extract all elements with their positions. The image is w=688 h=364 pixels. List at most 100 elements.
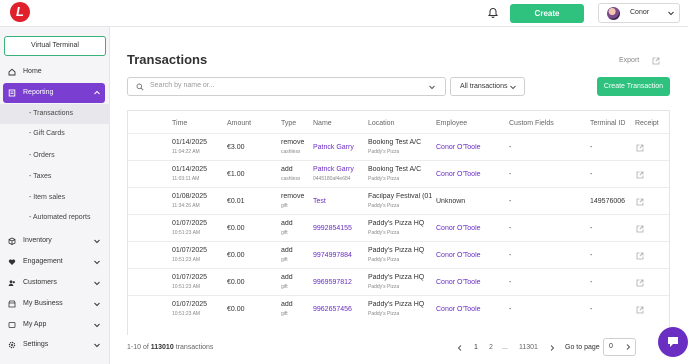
table-row[interactable]: 01/14/2025 11:04:22 AM €3.00 remove cashless… [128,133,669,160]
cell-employee[interactable]: Conor O'Toole [436,279,481,286]
cell-name-link[interactable]: 9962657456 [313,306,352,313]
external-link-icon[interactable] [636,144,644,152]
avatar [607,7,620,20]
sidebar-subitem-automated-reports[interactable]: - Automated reports [0,208,110,228]
column-header-location[interactable]: Location [368,120,394,127]
create-button[interactable]: Create [510,4,584,23]
column-header-type[interactable]: Type [281,120,296,127]
bell-icon[interactable] [487,7,499,19]
top-bar: L Create Conor [0,0,688,27]
cell-name-link[interactable]: Test [313,198,326,205]
table-row[interactable]: 01/07/2025 10:51:23 AM €0.00 add gift 9974997… [128,241,669,268]
cell-type-sub: gift [281,203,288,209]
cell-name-link[interactable]: Patrick Garry [313,166,354,173]
cell-name-link[interactable]: 9969597812 [313,279,352,286]
external-link-icon[interactable] [652,57,660,65]
create-transaction-button[interactable]: Create Transaction [597,77,670,96]
search-input[interactable]: Search by name or... [127,77,446,96]
chevron-down-icon [94,260,100,265]
sidebar-item-label: My Business [23,300,63,307]
cell-location: Paddy's Pizza HQ [368,220,425,227]
chat-icon [668,337,678,347]
goto-page-input[interactable]: 0 [603,338,636,356]
column-header-amount[interactable]: Amount [227,120,251,127]
cell-amount: €0.00 [227,306,245,313]
chevron-down-icon[interactable] [428,83,436,91]
sidebar-subitem-transactions[interactable]: - Transactions [0,104,110,124]
cell-custom-fields: - [509,306,512,313]
sidebar-item-label: Reporting [23,89,54,96]
page-ellipsis: ... [502,344,508,351]
cell-custom-fields: - [509,198,512,205]
column-header-time[interactable]: Time [172,120,187,127]
external-link-icon[interactable] [636,198,644,206]
external-link-icon[interactable] [636,252,644,260]
sidebar-item-settings[interactable]: Settings [0,335,110,355]
cell-employee[interactable]: Conor O'Toole [436,225,481,232]
page-1[interactable]: 1 [474,342,478,354]
table-row[interactable]: 01/08/2025 11:34:26 AM €0.01 remove gift Test… [128,187,669,214]
table-row[interactable]: 01/07/2025 10:51:23 AM €0.00 add gift 9962657… [128,295,669,322]
transaction-filter-select[interactable]: All transactions [450,77,525,96]
sidebar-item-label: Inventory [23,237,52,244]
users-icon [8,280,15,286]
chevron-right-icon[interactable] [548,344,556,352]
sidebar-subitem-taxes[interactable]: - Taxes [0,167,110,187]
cell-amount: €1.00 [227,171,245,178]
external-link-icon[interactable] [636,171,644,179]
table-row[interactable]: 01/07/2025 10:51:23 AM €0.00 add gift 9969597… [128,268,669,295]
goto-page-value: 0 [609,343,613,350]
user-menu[interactable]: Conor [598,3,680,23]
virtual-terminal-button[interactable]: Virtual Terminal [4,36,106,56]
sidebar-item-home[interactable]: Home [0,62,110,82]
sidebar-item-my-app[interactable]: My App [0,315,110,335]
cell-name-link[interactable]: Patrick Garry [313,144,354,151]
count-total: 113010 [150,344,174,351]
cell-name-link[interactable]: 9974997884 [313,252,352,259]
sidebar-subitem-gift-cards[interactable]: - Gift Cards [0,124,110,144]
sidebar-item-customers[interactable]: Customers [0,273,110,293]
cell-type-sub: cashless [281,149,301,155]
column-header-name[interactable]: Name [313,120,332,127]
cell-date: 01/07/2025 [172,220,208,227]
chevron-down-icon [510,85,516,90]
cell-location: Booking Test A/C [368,166,422,173]
column-header-custom-fields[interactable]: Custom Fields [509,120,554,127]
cell-type-sub: gift [281,257,288,263]
cell-employee[interactable]: Conor O'Toole [436,306,481,313]
cell-time: 11:34:26 AM [172,203,200,209]
chevron-right-icon[interactable] [624,343,632,351]
app-logo[interactable]: L [10,2,30,22]
column-header-terminal-id[interactable]: Terminal ID [590,120,625,127]
export-button[interactable]: Export [619,57,639,64]
sidebar-item-my-business[interactable]: My Business [0,294,110,314]
page-2[interactable]: 2 [489,342,493,354]
cell-name-link[interactable]: 9992854155 [313,225,352,232]
cell-date: 01/07/2025 [172,247,208,254]
sidebar-item-engagement[interactable]: Engagement [0,252,110,272]
column-header-receipt[interactable]: Receipt [635,120,659,127]
chevron-left-icon[interactable] [456,344,464,352]
cell-custom-fields: - [509,252,512,259]
cell-type: add [281,274,293,281]
page-last[interactable]: 11301 [519,342,538,354]
table-row[interactable]: 01/07/2025 10:51:23 AM €0.00 add gift 9992854… [128,214,669,241]
external-link-icon[interactable] [636,306,644,314]
sidebar-item-inventory[interactable]: Inventory [0,231,110,251]
external-link-icon[interactable] [636,225,644,233]
external-link-icon[interactable] [636,279,644,287]
cell-type-sub: cashless [281,176,301,182]
chat-launcher-button[interactable] [658,327,688,357]
cell-employee[interactable]: Conor O'Toole [436,144,481,151]
sidebar-item-reporting[interactable]: Reporting [3,83,105,103]
table-row[interactable]: 01/14/2025 11:03:11 AM €1.00 add cashless Pat… [128,160,669,187]
cell-employee[interactable]: Conor O'Toole [436,171,481,178]
sidebar-subitem-item-sales[interactable]: - Item sales [0,188,110,208]
sidebar-item-label: Settings [23,341,49,348]
sidebar-item-label: Customers [23,279,57,286]
cell-type: add [281,166,293,173]
cell-type-sub: gift [281,230,288,236]
cell-employee[interactable]: Conor O'Toole [436,252,481,259]
sidebar-subitem-orders[interactable]: - Orders [0,146,110,166]
column-header-employee[interactable]: Employee [436,120,467,127]
